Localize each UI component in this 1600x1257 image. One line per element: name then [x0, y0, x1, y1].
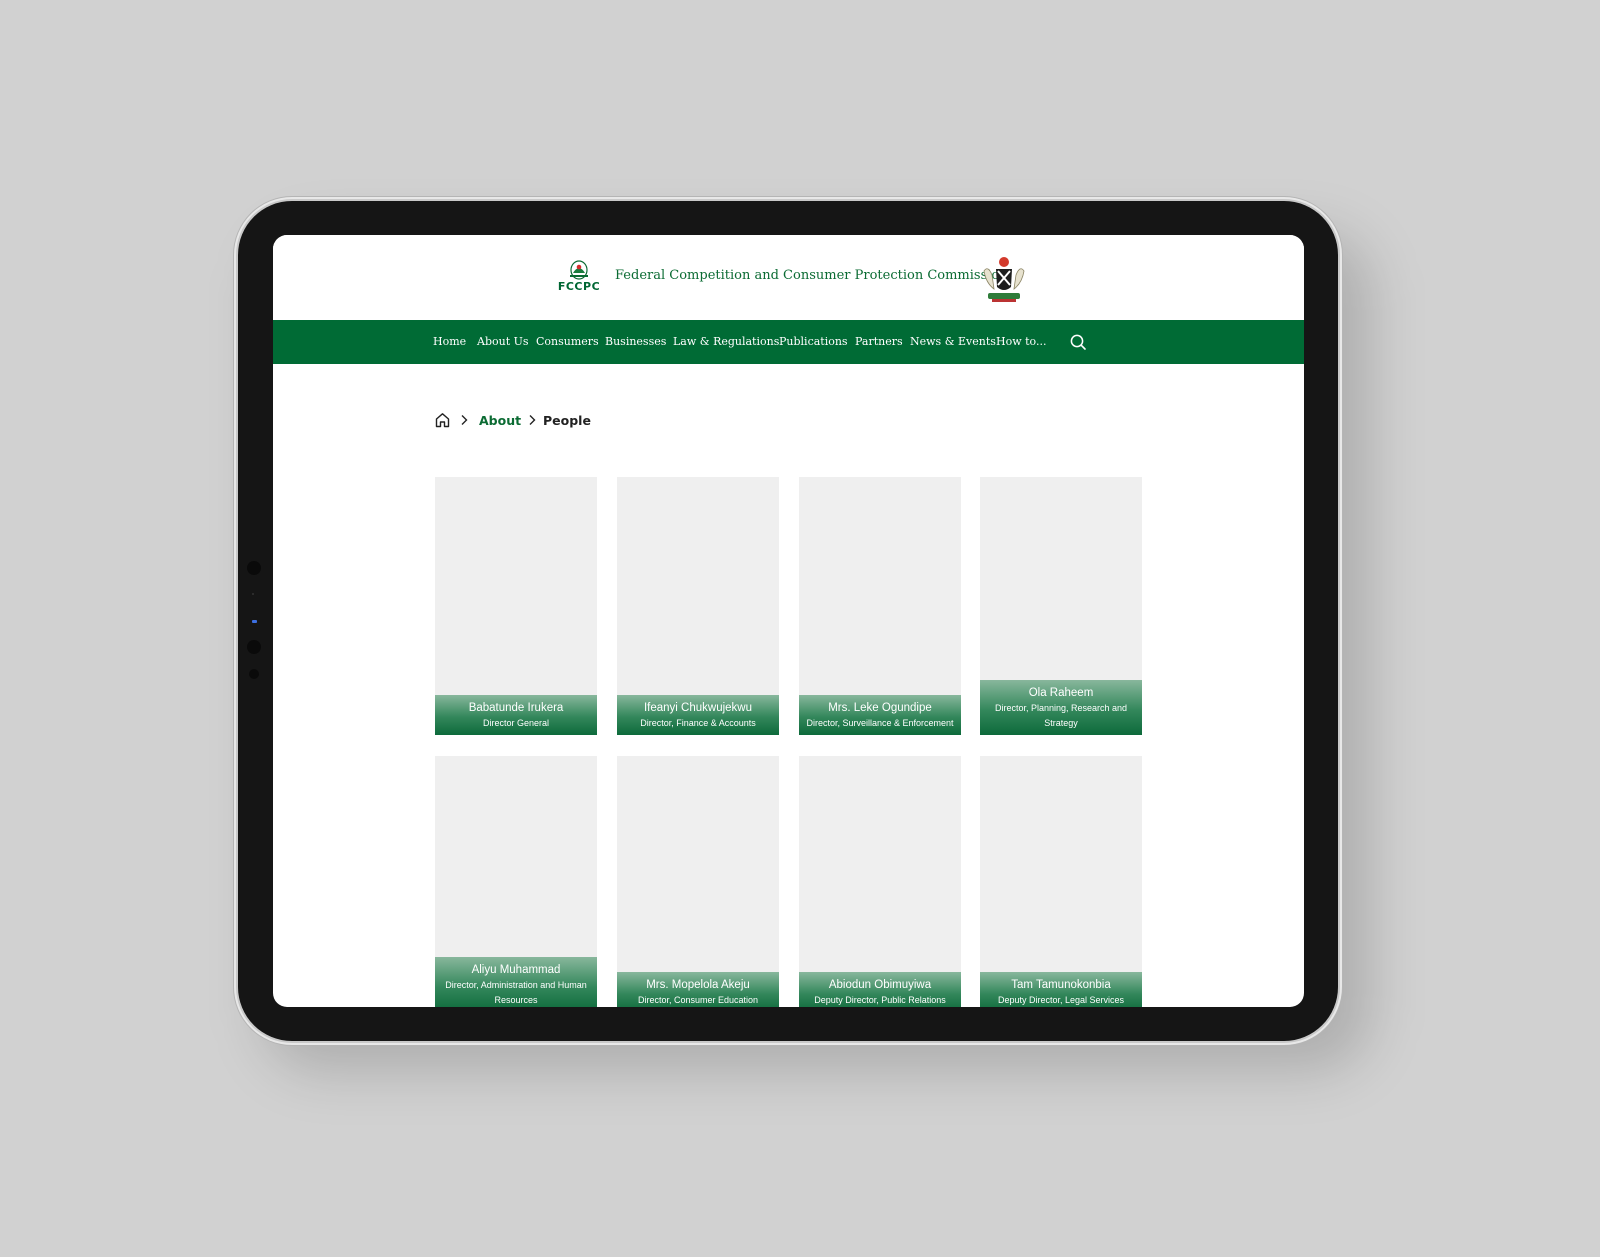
person-card[interactable]: Ola Raheem Director, Planning, Research …	[980, 477, 1142, 735]
person-role: Director, Consumer Education	[637, 995, 759, 1005]
person-caption: Ifeanyi Chukwujekwu Director, Finance & …	[617, 695, 779, 735]
person-card[interactable]: Ifeanyi Chukwujekwu Director, Finance & …	[617, 477, 779, 735]
person-caption: Aliyu Muhammad Director, Administration …	[435, 957, 597, 1007]
person-role: Deputy Director, Legal Services	[997, 995, 1125, 1005]
person-caption: Abiodun Obimuyiwa Deputy Director, Publi…	[799, 972, 961, 1007]
person-caption: Tam Tamunokonbia Deputy Director, Legal …	[980, 972, 1142, 1007]
tablet-screen: FCCPC Federal Competition and Consumer P…	[273, 235, 1304, 1007]
person-caption: Ola Raheem Director, Planning, Research …	[980, 680, 1142, 735]
camera-indicator	[252, 620, 257, 623]
breadcrumb-about[interactable]: About	[479, 413, 521, 428]
fccpc-logo[interactable]: FCCPC	[553, 259, 605, 295]
person-card[interactable]: Tam Tamunokonbia Deputy Director, Legal …	[980, 756, 1142, 1007]
search-icon[interactable]	[1069, 333, 1087, 351]
power-button	[234, 245, 237, 295]
nav-publications[interactable]: Publications	[779, 335, 848, 348]
person-name: Aliyu Muhammad	[471, 964, 561, 976]
nav-about-us[interactable]: About Us	[477, 335, 529, 348]
home-icon[interactable]	[435, 412, 450, 428]
person-caption: Babatunde Irukera Director General	[435, 695, 597, 735]
nav-businesses[interactable]: Businesses	[605, 335, 666, 348]
nav-news-events[interactable]: News & Events	[910, 335, 996, 348]
person-name: Tam Tamunokonbia	[1011, 979, 1111, 991]
camera-sensor	[252, 593, 254, 595]
person-role: Director, Surveillance & Enforcement	[806, 718, 954, 728]
nav-consumers[interactable]: Consumers	[536, 335, 599, 348]
coat-of-arms-icon	[983, 257, 1025, 302]
main-nav: Home About Us Consumers Businesses Law &…	[273, 320, 1304, 364]
logo-emblem-icon	[570, 260, 588, 280]
site-title: Federal Competition and Consumer Protect…	[615, 268, 1008, 283]
breadcrumb-current: People	[543, 413, 591, 428]
site-header: FCCPC Federal Competition and Consumer P…	[273, 235, 1304, 320]
person-role: Deputy Director, Public Relations	[814, 995, 946, 1005]
person-role: Director, Finance & Accounts	[640, 718, 756, 728]
person-name: Ifeanyi Chukwujekwu	[643, 702, 753, 714]
volume-button	[361, 197, 401, 200]
nav-home[interactable]: Home	[433, 335, 466, 348]
person-card[interactable]: Mrs. Leke Ogundipe Director, Surveillanc…	[799, 477, 961, 735]
person-name: Mrs. Leke Ogundipe	[828, 702, 932, 714]
nav-law-regulations[interactable]: Law & Regulations	[673, 335, 779, 348]
person-role: Director, Administration and Human Resou…	[445, 980, 587, 1005]
camera-lens	[247, 640, 261, 654]
chevron-right-icon	[461, 415, 468, 425]
camera-sensor	[249, 669, 259, 679]
person-card[interactable]: Mrs. Mopelola Akeju Director, Consumer E…	[617, 756, 779, 1007]
nav-how-to[interactable]: How to...	[996, 335, 1046, 348]
person-role: Director, Planning, Research and Strateg…	[994, 703, 1128, 728]
person-name: Abiodun Obimuyiwa	[828, 979, 932, 991]
nav-partners[interactable]: Partners	[855, 335, 903, 348]
person-card[interactable]: Aliyu Muhammad Director, Administration …	[435, 756, 597, 1007]
chevron-right-icon	[529, 415, 536, 425]
person-role: Director General	[482, 718, 550, 728]
person-card[interactable]: Babatunde Irukera Director General	[435, 477, 597, 735]
person-card[interactable]: Abiodun Obimuyiwa Deputy Director, Publi…	[799, 756, 961, 1007]
person-name: Babatunde Irukera	[468, 702, 564, 714]
person-caption: Mrs. Mopelola Akeju Director, Consumer E…	[617, 972, 779, 1007]
volume-button	[313, 197, 343, 200]
logo-text: FCCPC	[557, 280, 601, 293]
person-caption: Mrs. Leke Ogundipe Director, Surveillanc…	[799, 695, 961, 735]
person-name: Mrs. Mopelola Akeju	[646, 979, 750, 991]
camera-lens	[247, 561, 261, 575]
person-name: Ola Raheem	[1028, 687, 1094, 699]
